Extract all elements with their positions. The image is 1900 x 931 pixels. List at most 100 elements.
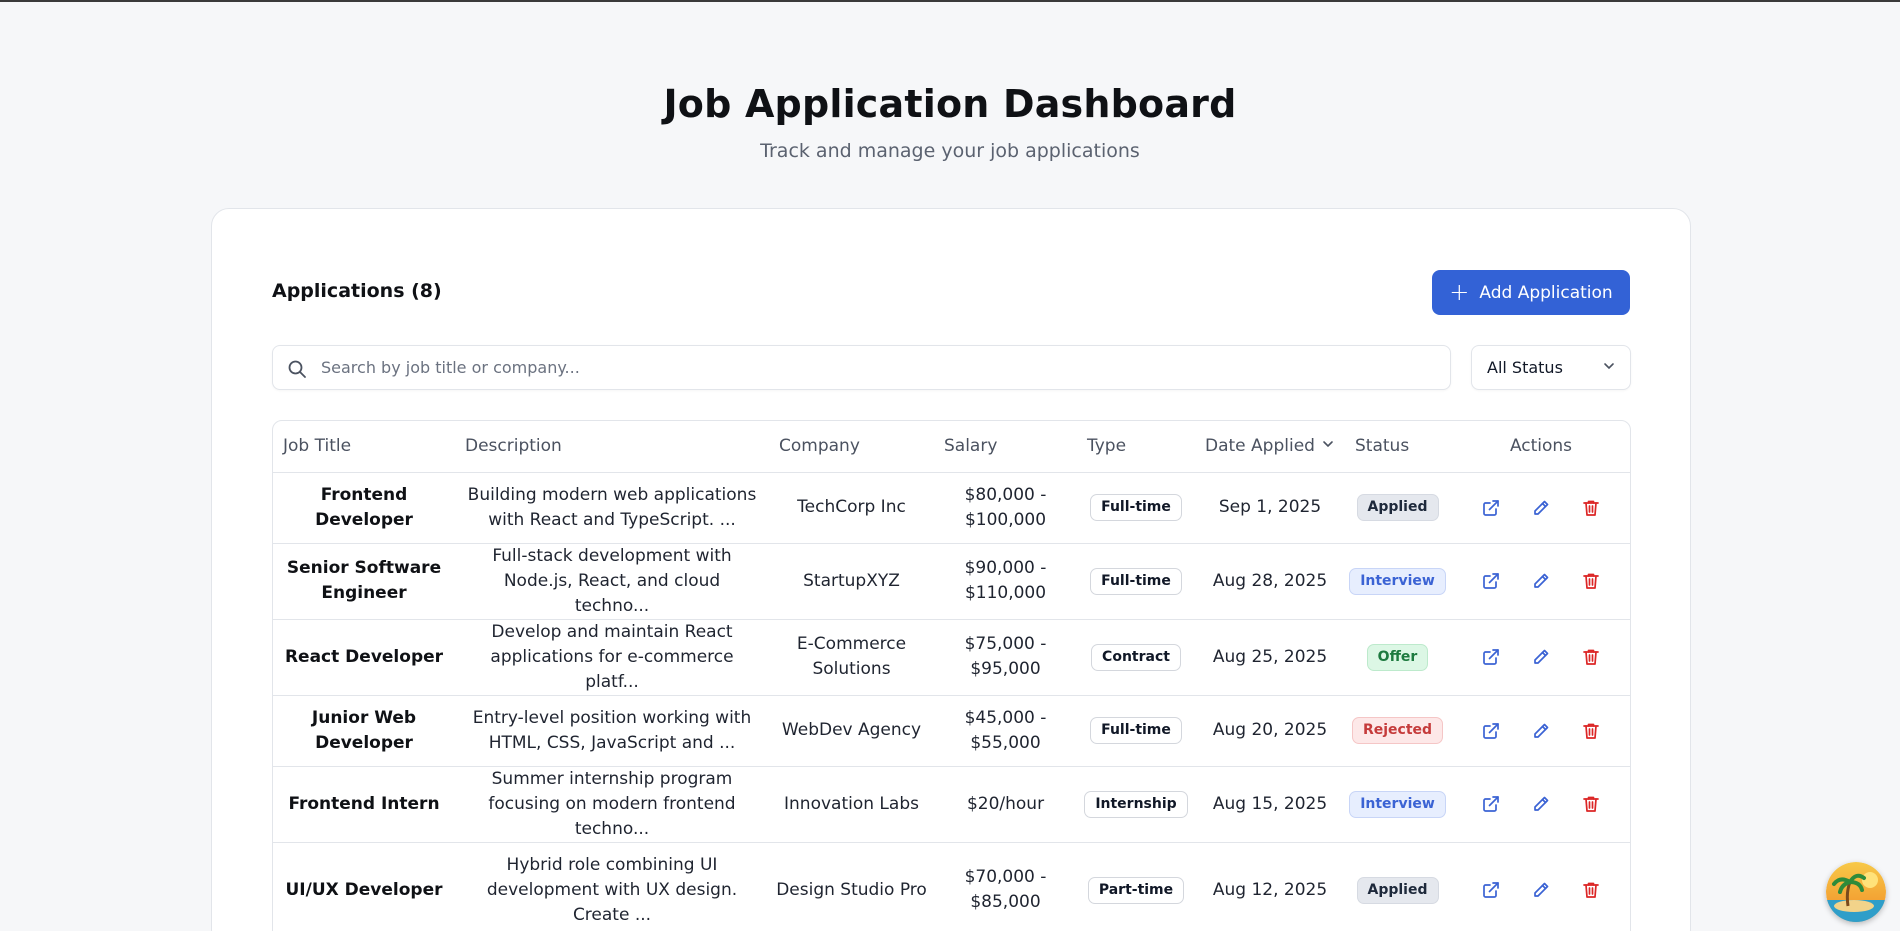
col-date-applied-label: Date Applied bbox=[1205, 436, 1315, 457]
company-cell: WebDev Agency bbox=[769, 695, 934, 767]
external-link-icon[interactable] bbox=[1480, 646, 1502, 668]
page-subtitle: Track and manage your job applications bbox=[760, 140, 1140, 162]
job-title-cell: Frontend Intern bbox=[273, 766, 455, 843]
trash-icon[interactable] bbox=[1580, 570, 1602, 592]
search-input[interactable] bbox=[321, 346, 1441, 389]
sort-chevron-icon bbox=[1321, 436, 1335, 456]
company-cell: E-Commerce Solutions bbox=[769, 619, 934, 696]
status-filter-value: All Status bbox=[1487, 358, 1563, 377]
search-box bbox=[272, 345, 1451, 390]
type-cell: Full-time bbox=[1077, 695, 1195, 767]
trash-icon[interactable] bbox=[1580, 879, 1602, 901]
date-applied-cell: Sep 1, 2025 bbox=[1195, 472, 1345, 544]
salary-cell: $75,000 - $95,000 bbox=[934, 619, 1077, 696]
pencil-icon[interactable] bbox=[1530, 720, 1552, 742]
pencil-icon[interactable] bbox=[1530, 793, 1552, 815]
company-cell: TechCorp Inc bbox=[769, 472, 934, 544]
company-cell: Innovation Labs bbox=[769, 766, 934, 843]
status-badge: Offer bbox=[1366, 643, 1429, 671]
external-link-icon[interactable] bbox=[1480, 720, 1502, 742]
actions-cell bbox=[1450, 842, 1630, 931]
status-cell: Applied bbox=[1345, 472, 1450, 544]
table-row[interactable]: Senior Software Engineer Full-stack devel… bbox=[273, 543, 1630, 620]
type-cell: Full-time bbox=[1077, 543, 1195, 620]
company-cell: StartupXYZ bbox=[769, 543, 934, 620]
external-link-icon[interactable] bbox=[1480, 793, 1502, 815]
applications-heading: Applications (8) bbox=[272, 280, 442, 302]
trash-icon[interactable] bbox=[1580, 497, 1602, 519]
status-badge: Rejected bbox=[1351, 717, 1444, 744]
description-cell: Entry-level position working with HTML, … bbox=[455, 695, 769, 767]
add-application-label: Add Application bbox=[1479, 282, 1613, 303]
job-title-cell: UI/UX Developer bbox=[273, 842, 455, 931]
date-applied-cell: Aug 20, 2025 bbox=[1195, 695, 1345, 767]
status-cell: Applied bbox=[1345, 842, 1450, 931]
salary-cell: $90,000 - $110,000 bbox=[934, 543, 1077, 620]
actions-cell bbox=[1450, 766, 1630, 843]
trash-icon[interactable] bbox=[1580, 720, 1602, 742]
date-applied-cell: Aug 28, 2025 bbox=[1195, 543, 1345, 620]
external-link-icon[interactable] bbox=[1480, 879, 1502, 901]
table-row[interactable]: UI/UX Developer Hybrid role combining UI … bbox=[273, 842, 1630, 931]
type-badge: Full-time bbox=[1090, 717, 1182, 744]
actions-cell bbox=[1450, 695, 1630, 767]
type-badge: Internship bbox=[1084, 790, 1188, 818]
description-cell: Hybrid role combining UI development wit… bbox=[455, 842, 769, 931]
description-cell: Summer internship program focusing on mo… bbox=[455, 766, 769, 843]
pencil-icon[interactable] bbox=[1530, 879, 1552, 901]
type-badge: Full-time bbox=[1090, 567, 1182, 595]
table-row[interactable]: Frontend Intern Summer internship program… bbox=[273, 766, 1630, 843]
external-link-icon[interactable] bbox=[1480, 570, 1502, 592]
search-icon bbox=[287, 359, 307, 383]
trash-icon[interactable] bbox=[1580, 793, 1602, 815]
trash-icon[interactable] bbox=[1580, 646, 1602, 668]
add-application-button[interactable]: + Add Application bbox=[1432, 270, 1630, 315]
type-cell: Part-time bbox=[1077, 842, 1195, 931]
actions-cell bbox=[1450, 619, 1630, 696]
actions-cell bbox=[1450, 472, 1630, 544]
status-badge: Interview bbox=[1349, 790, 1446, 818]
type-cell: Internship bbox=[1077, 766, 1195, 843]
job-title-cell: React Developer bbox=[273, 619, 455, 696]
table-row[interactable]: Frontend Developer Building modern web ap… bbox=[273, 472, 1630, 544]
status-badge: Applied bbox=[1356, 876, 1439, 904]
table-row[interactable]: React Developer Develop and maintain Reac… bbox=[273, 619, 1630, 696]
col-status: Status bbox=[1345, 421, 1450, 473]
type-badge: Full-time bbox=[1090, 494, 1182, 521]
chevron-down-icon bbox=[1602, 358, 1616, 377]
status-badge: Interview bbox=[1349, 567, 1446, 595]
plus-icon: + bbox=[1449, 277, 1470, 306]
description-cell: Building modern web applications with Re… bbox=[455, 472, 769, 544]
col-job-title[interactable]: Job Title bbox=[273, 421, 455, 473]
external-link-icon[interactable] bbox=[1480, 497, 1502, 519]
col-description: Description bbox=[455, 421, 769, 473]
date-applied-cell: Aug 15, 2025 bbox=[1195, 766, 1345, 843]
job-title-cell: Frontend Developer bbox=[273, 472, 455, 544]
col-date-applied[interactable]: Date Applied bbox=[1195, 421, 1345, 473]
company-cell: Design Studio Pro bbox=[769, 842, 934, 931]
salary-cell: $70,000 - $85,000 bbox=[934, 842, 1077, 931]
pencil-icon[interactable] bbox=[1530, 570, 1552, 592]
status-cell: Rejected bbox=[1345, 695, 1450, 767]
type-badge: Part-time bbox=[1087, 876, 1185, 904]
assistant-avatar-button[interactable] bbox=[1826, 862, 1886, 922]
salary-cell: $80,000 - $100,000 bbox=[934, 472, 1077, 544]
date-applied-cell: Aug 25, 2025 bbox=[1195, 619, 1345, 696]
pencil-icon[interactable] bbox=[1530, 646, 1552, 668]
actions-cell bbox=[1450, 543, 1630, 620]
table-header-row: Job Title Description Company Salary Typ… bbox=[273, 421, 1630, 473]
col-type: Type bbox=[1077, 421, 1195, 473]
page-title: Job Application Dashboard bbox=[663, 82, 1237, 126]
job-title-cell: Junior Web Developer bbox=[273, 695, 455, 767]
job-title-cell: Senior Software Engineer bbox=[273, 543, 455, 620]
status-filter-select[interactable]: All Status bbox=[1471, 345, 1631, 390]
description-cell: Develop and maintain React applications … bbox=[455, 619, 769, 696]
table-row[interactable]: Junior Web Developer Entry-level position… bbox=[273, 695, 1630, 767]
col-company[interactable]: Company bbox=[769, 421, 934, 473]
type-badge: Contract bbox=[1091, 643, 1181, 671]
date-applied-cell: Aug 12, 2025 bbox=[1195, 842, 1345, 931]
type-cell: Contract bbox=[1077, 619, 1195, 696]
pencil-icon[interactable] bbox=[1530, 497, 1552, 519]
description-cell: Full-stack development with Node.js, Rea… bbox=[455, 543, 769, 620]
status-cell: Interview bbox=[1345, 766, 1450, 843]
